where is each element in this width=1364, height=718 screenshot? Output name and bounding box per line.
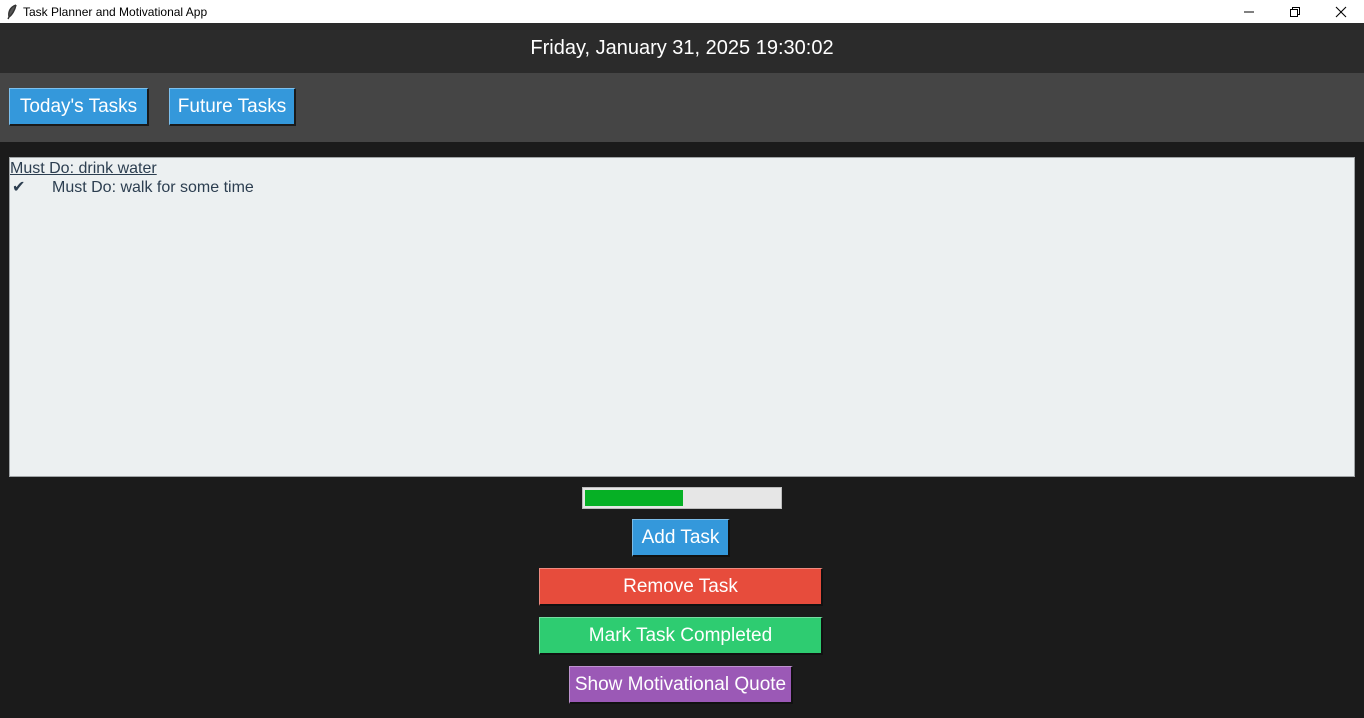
add-task-button[interactable]: Add Task [632, 519, 730, 557]
remove-task-button[interactable]: Remove Task [539, 568, 823, 606]
restore-icon[interactable] [1272, 0, 1318, 23]
progress-fill [585, 490, 683, 506]
show-motivational-quote-button[interactable]: Show Motivational Quote [569, 666, 793, 704]
title-bar: Task Planner and Motivational App [0, 0, 1364, 23]
window-controls [1226, 0, 1364, 23]
minimize-icon[interactable] [1226, 0, 1272, 23]
mark-task-completed-button[interactable]: Mark Task Completed [539, 617, 823, 655]
datetime-header: Friday, January 31, 2025 19:30:02 [0, 23, 1364, 73]
progress-bar [582, 487, 782, 509]
checkmark-icon: ✔ [12, 179, 26, 196]
tab-todays-tasks[interactable]: Today's Tasks [9, 88, 149, 126]
task-text: Must Do: drink water [10, 160, 157, 177]
tab-future-tasks[interactable]: Future Tasks [169, 88, 296, 126]
datetime-label: Friday, January 31, 2025 19:30:02 [530, 36, 834, 59]
task-list[interactable]: Must Do: drink water ✔ Must Do: walk for… [9, 157, 1355, 477]
list-item[interactable]: ✔ Must Do: walk for some time [10, 178, 410, 197]
feather-icon [0, 0, 23, 23]
tab-bar: Today's Tasks Future Tasks [0, 73, 1364, 142]
close-icon[interactable] [1318, 0, 1364, 23]
window-title: Task Planner and Motivational App [23, 4, 208, 19]
task-text: Must Do: walk for some time [52, 179, 254, 196]
